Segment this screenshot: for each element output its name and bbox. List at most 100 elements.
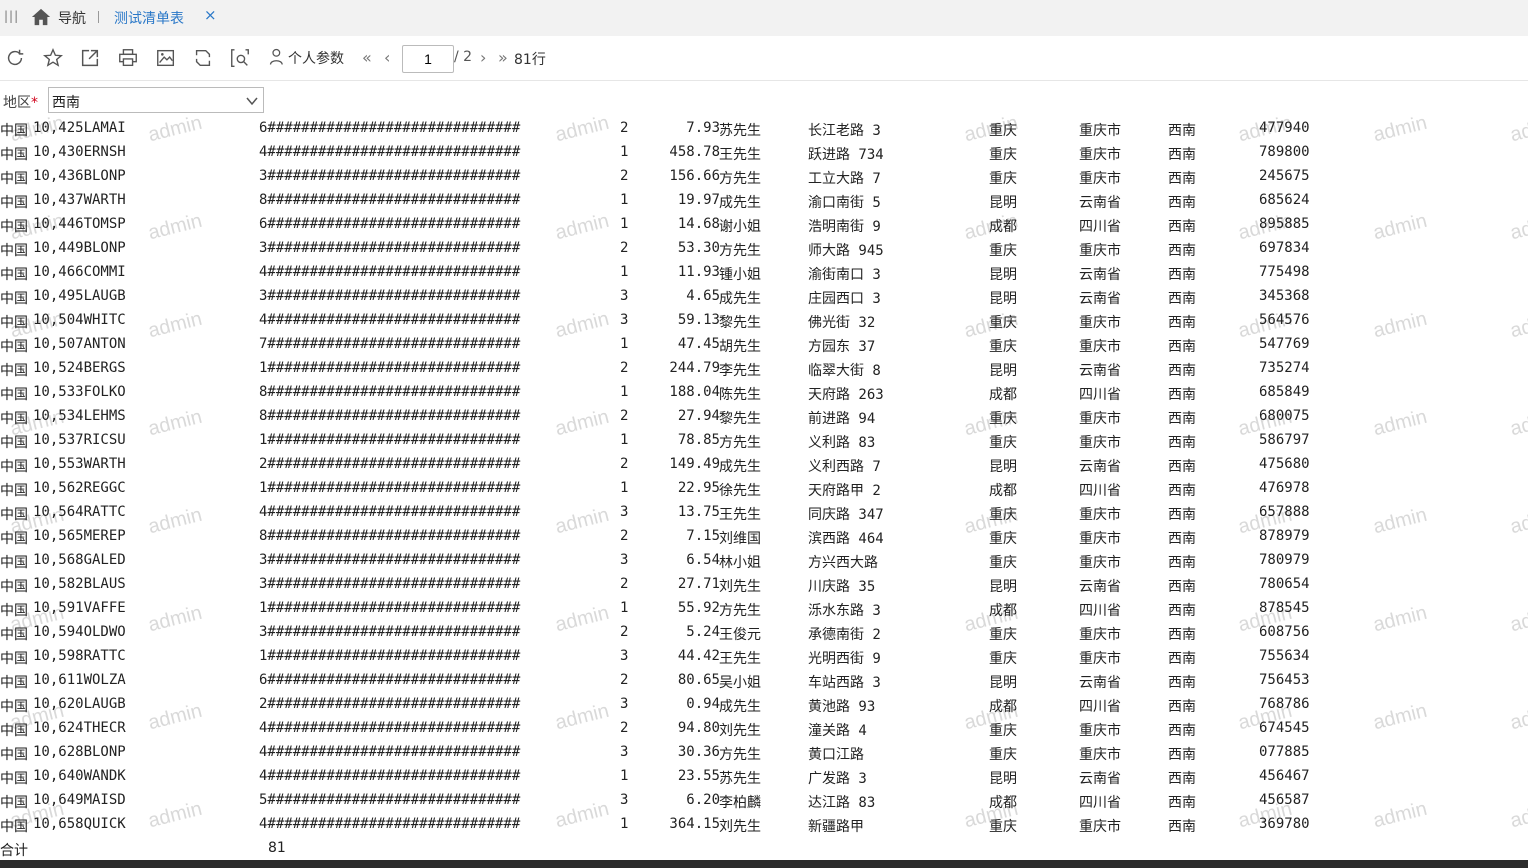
settings-search-icon[interactable] bbox=[229, 47, 251, 69]
table-cell: 西南 bbox=[1168, 291, 1196, 307]
table-cell: 重庆 bbox=[989, 435, 1017, 451]
table-cell: 四川省 bbox=[1079, 483, 1121, 499]
table-cell: 云南省 bbox=[1079, 579, 1121, 595]
table-cell: 李先生 bbox=[719, 363, 761, 379]
table-cell: 10,534LEHMS bbox=[33, 408, 126, 424]
table-cell: 西南 bbox=[1168, 819, 1196, 835]
nav-tab[interactable]: 导航 bbox=[58, 8, 86, 28]
watermark-text: admin bbox=[1371, 209, 1430, 245]
table-cell: 潼关路 4 bbox=[808, 723, 867, 739]
tab-test-list[interactable]: 测试清单表 bbox=[114, 8, 184, 28]
table-cell: 西南 bbox=[1168, 339, 1196, 355]
table-cell: 昆明 bbox=[989, 771, 1017, 787]
table-cell: 方先生 bbox=[719, 747, 761, 763]
table-cell: 8############################## bbox=[259, 384, 521, 400]
table-cell: 黄池路 93 bbox=[808, 699, 876, 715]
table-cell: 广发路 3 bbox=[808, 771, 867, 787]
table-cell: 3############################## bbox=[259, 168, 521, 184]
table-cell: 756453 bbox=[1259, 672, 1310, 688]
watermark-text: admin bbox=[1371, 111, 1430, 147]
table-cell: 王俊元 bbox=[719, 627, 761, 643]
region-select[interactable]: 西南 bbox=[48, 87, 264, 113]
row-count: 81行 bbox=[514, 52, 546, 68]
table-cell: 345368 bbox=[1259, 288, 1310, 304]
table-cell: 重庆 bbox=[989, 339, 1017, 355]
table-cell: 3############################## bbox=[259, 552, 521, 568]
table-cell: 4############################## bbox=[259, 144, 521, 160]
table-cell: 768786 bbox=[1259, 696, 1310, 712]
print-icon[interactable] bbox=[117, 47, 139, 69]
region-filter-label: 地区* bbox=[3, 95, 38, 111]
table-cell: 重庆市 bbox=[1079, 651, 1121, 667]
table-cell: 369780 bbox=[1259, 816, 1310, 832]
menu-grip-icon[interactable]: ||| bbox=[4, 9, 19, 23]
export-icon[interactable] bbox=[79, 47, 101, 69]
table-cell: 10,594OLDWO bbox=[33, 624, 126, 640]
table-cell: 天府路 263 bbox=[808, 387, 884, 403]
table-cell: 同庆路 347 bbox=[808, 507, 884, 523]
table-cell: 4############################## bbox=[259, 816, 521, 832]
personal-params-button[interactable]: 个人参数 bbox=[268, 47, 344, 68]
refresh-icon[interactable] bbox=[4, 47, 26, 69]
table-cell: 西南 bbox=[1168, 147, 1196, 163]
table-cell: 西南 bbox=[1168, 411, 1196, 427]
table-cell: 10,449BLONP bbox=[33, 240, 126, 256]
table-cell: 55.92 bbox=[677, 600, 720, 616]
table-cell: 重庆市 bbox=[1079, 315, 1121, 331]
table-cell: 364.15 bbox=[669, 816, 720, 832]
table-cell: 10,624THECR bbox=[33, 720, 126, 736]
image-export-icon[interactable] bbox=[155, 47, 177, 69]
table-cell: 昆明 bbox=[989, 579, 1017, 595]
table-cell: 成都 bbox=[989, 219, 1017, 235]
table-cell: 6############################## bbox=[259, 120, 521, 136]
table-cell: 西南 bbox=[1168, 459, 1196, 475]
table-cell: 10,611WOLZA bbox=[33, 672, 126, 688]
first-page-icon[interactable]: « bbox=[362, 48, 372, 67]
table-cell: 重庆市 bbox=[1079, 531, 1121, 547]
star-icon[interactable] bbox=[42, 47, 64, 69]
table-cell: 西南 bbox=[1168, 651, 1196, 667]
table-cell: 重庆市 bbox=[1079, 555, 1121, 571]
sync-icon[interactable] bbox=[192, 47, 214, 69]
table-cell: 47.45 bbox=[677, 336, 720, 352]
table-cell: 80.65 bbox=[677, 672, 720, 688]
table-cell: 10,436BLONP bbox=[33, 168, 126, 184]
next-page-icon[interactable]: › bbox=[480, 48, 486, 67]
table-cell: 重庆 bbox=[989, 651, 1017, 667]
table-cell: 重庆市 bbox=[1079, 723, 1121, 739]
table-cell: 3############################## bbox=[259, 576, 521, 592]
table-cell: 西南 bbox=[1168, 531, 1196, 547]
table-cell: 苏先生 bbox=[719, 771, 761, 787]
home-icon[interactable] bbox=[30, 7, 52, 27]
table-cell: 西南 bbox=[1168, 315, 1196, 331]
table-cell: 878545 bbox=[1259, 600, 1310, 616]
table-cell: 林小姐 bbox=[719, 555, 761, 571]
page-number-input[interactable] bbox=[402, 45, 454, 73]
table-cell: 中国 bbox=[0, 243, 28, 259]
close-tab-icon[interactable]: × bbox=[204, 6, 217, 24]
watermark-text: admin bbox=[146, 699, 205, 735]
table-cell: 昆明 bbox=[989, 195, 1017, 211]
table-cell: 780654 bbox=[1259, 576, 1310, 592]
table-cell: 中国 bbox=[0, 603, 28, 619]
table-cell: 中国 bbox=[0, 195, 28, 211]
watermark-text: admin bbox=[146, 503, 205, 539]
table-cell: 中国 bbox=[0, 651, 28, 667]
table-cell: 2############################## bbox=[259, 696, 521, 712]
prev-page-icon[interactable]: ‹ bbox=[384, 48, 390, 67]
table-cell: 云南省 bbox=[1079, 363, 1121, 379]
table-cell: 895885 bbox=[1259, 216, 1310, 232]
table-cell: 8############################## bbox=[259, 408, 521, 424]
table-cell: 达江路 83 bbox=[808, 795, 876, 811]
table-cell: 重庆 bbox=[989, 123, 1017, 139]
report-toolbar: 个人参数 « ‹ › » bbox=[0, 36, 1528, 81]
required-mark: * bbox=[31, 95, 38, 111]
total-row: 合计 81 bbox=[0, 840, 1528, 860]
last-page-icon[interactable]: » bbox=[498, 48, 508, 67]
table-cell: 重庆 bbox=[989, 627, 1017, 643]
table-cell: 昆明 bbox=[989, 675, 1017, 691]
table-cell: 10,466COMMI bbox=[33, 264, 126, 280]
table-cell: 刘先生 bbox=[719, 819, 761, 835]
table-cell: 方先生 bbox=[719, 603, 761, 619]
table-cell: 刘先生 bbox=[719, 579, 761, 595]
